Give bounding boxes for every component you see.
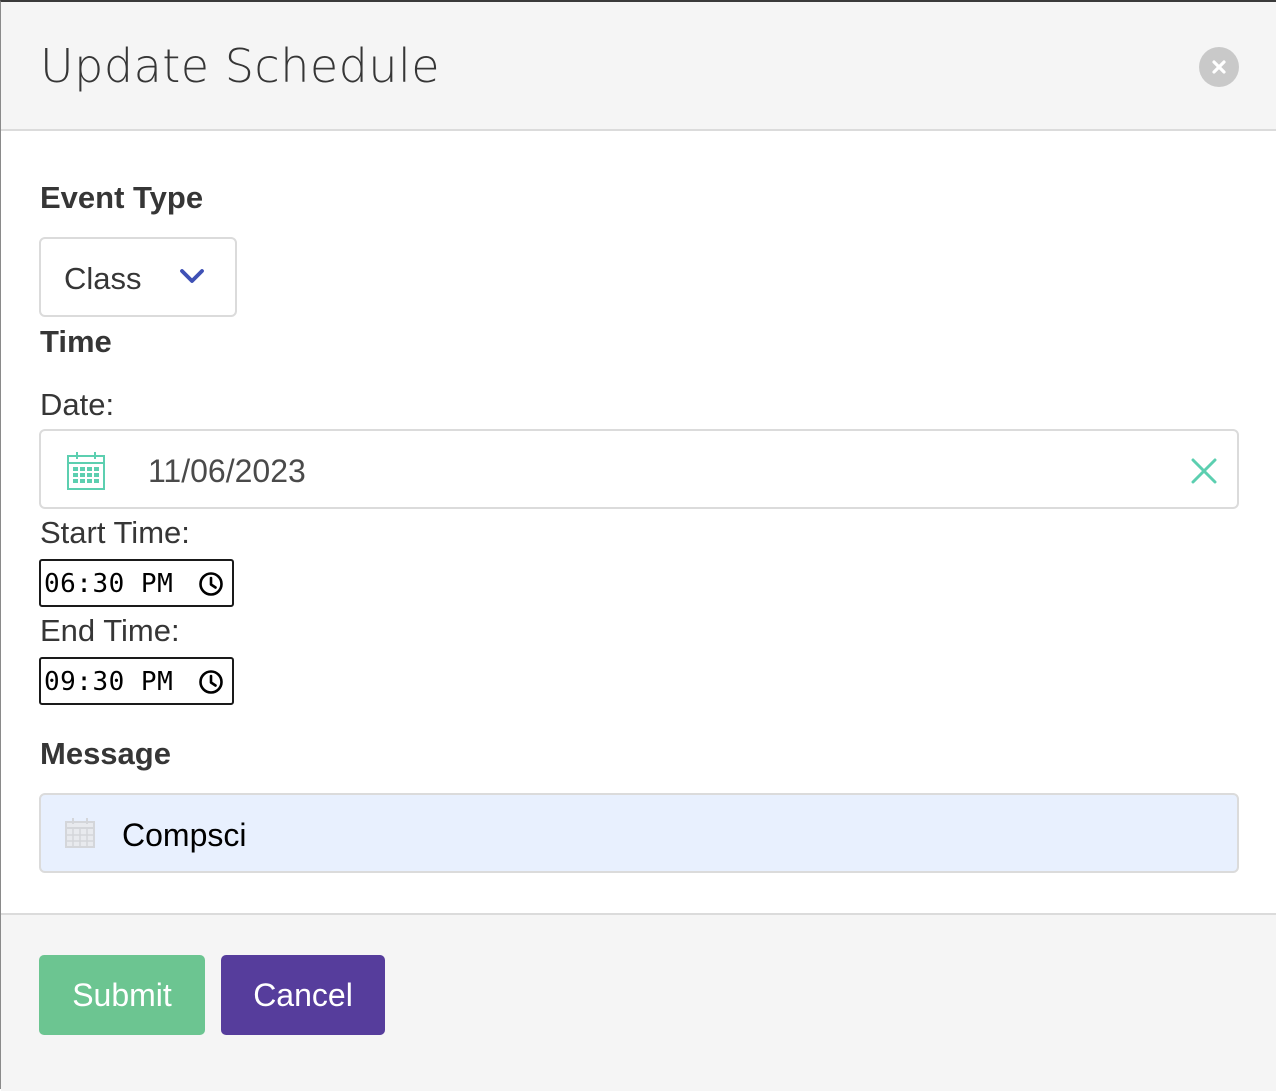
time-heading: Time [40, 324, 112, 359]
calendar-icon [67, 452, 105, 490]
update-schedule-modal: Update Schedule Event Type Class Time Da… [0, 0, 1276, 1091]
event-type-heading: Event Type [40, 180, 204, 215]
submit-button[interactable]: Submit [39, 955, 205, 1035]
cancel-button[interactable]: Cancel [221, 955, 385, 1035]
message-field[interactable]: Compsci [39, 793, 1239, 873]
end-time-label: End Time: [40, 613, 180, 648]
x-icon[interactable] [1191, 458, 1217, 484]
start-time-value: 06:30 PM [44, 569, 174, 599]
end-time-value: 09:30 PM [44, 667, 174, 697]
message-value: Compsci [122, 817, 247, 853]
clock-icon[interactable] [198, 669, 224, 695]
start-time-input[interactable]: 06:30 PM [39, 559, 234, 607]
modal-title: Update Schedule [40, 39, 441, 93]
chevron-down-icon [180, 269, 204, 283]
message-heading: Message [40, 736, 171, 771]
date-field[interactable]: 11/06/2023 [39, 429, 1239, 509]
date-value: 11/06/2023 [148, 453, 306, 489]
clock-icon[interactable] [198, 571, 224, 597]
modal-header: Update Schedule [1, 2, 1276, 131]
close-button[interactable] [1199, 47, 1239, 87]
event-type-selected-value: Class [64, 261, 142, 296]
end-time-input[interactable]: 09:30 PM [39, 657, 234, 705]
start-time-label: Start Time: [40, 515, 190, 550]
date-label: Date: [40, 387, 115, 422]
calendar-icon [65, 818, 95, 848]
event-type-select[interactable]: Class [39, 237, 237, 317]
close-icon [1212, 60, 1226, 74]
